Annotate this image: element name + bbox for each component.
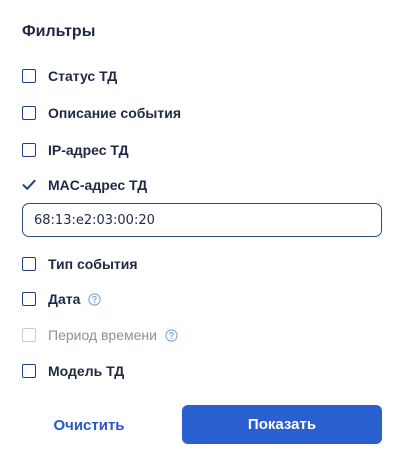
filter-label-model: Модель ТД [48,363,125,379]
filter-model[interactable]: Модель ТД [22,361,124,381]
filter-event-description[interactable]: Описание события [22,103,181,123]
filter-label-time-period: Период времени [48,327,157,343]
filter-ip-address[interactable]: IP-адрес ТД [22,140,129,160]
filter-time-period: Период времени [22,325,178,345]
filter-event-type[interactable]: Тип события [22,254,138,274]
checkbox-mac-address[interactable] [22,178,36,192]
clear-button[interactable]: Очистить [44,406,134,444]
checkbox-date[interactable] [22,292,36,306]
check-icon [22,179,36,190]
filter-label-status: Статус ТД [48,68,118,84]
question-circle-icon[interactable] [165,328,178,342]
filters-panel: Фильтры Статус ТД Описание события IP-ад… [0,0,401,467]
filter-label-event-type: Тип события [48,256,138,272]
filter-label-ip-address: IP-адрес ТД [48,142,129,158]
checkbox-event-description[interactable] [22,106,36,120]
mac-address-input[interactable] [22,203,382,237]
checkbox-status[interactable] [22,69,36,83]
panel-title: Фильтры [22,23,96,40]
question-circle-icon[interactable] [88,292,102,306]
show-button[interactable]: Показать [182,405,382,444]
filter-date[interactable]: Дата [22,289,102,309]
checkbox-model[interactable] [22,364,36,378]
filter-mac-address[interactable]: MAC-адрес ТД [22,175,147,195]
filter-label-mac-address: MAC-адрес ТД [48,177,148,193]
filter-label-date: Дата [48,291,81,307]
checkbox-time-period [22,328,36,342]
checkbox-event-type[interactable] [22,257,36,271]
filter-status[interactable]: Статус ТД [22,66,117,86]
checkbox-ip-address[interactable] [22,143,36,157]
filter-label-event-description: Описание события [48,105,182,121]
